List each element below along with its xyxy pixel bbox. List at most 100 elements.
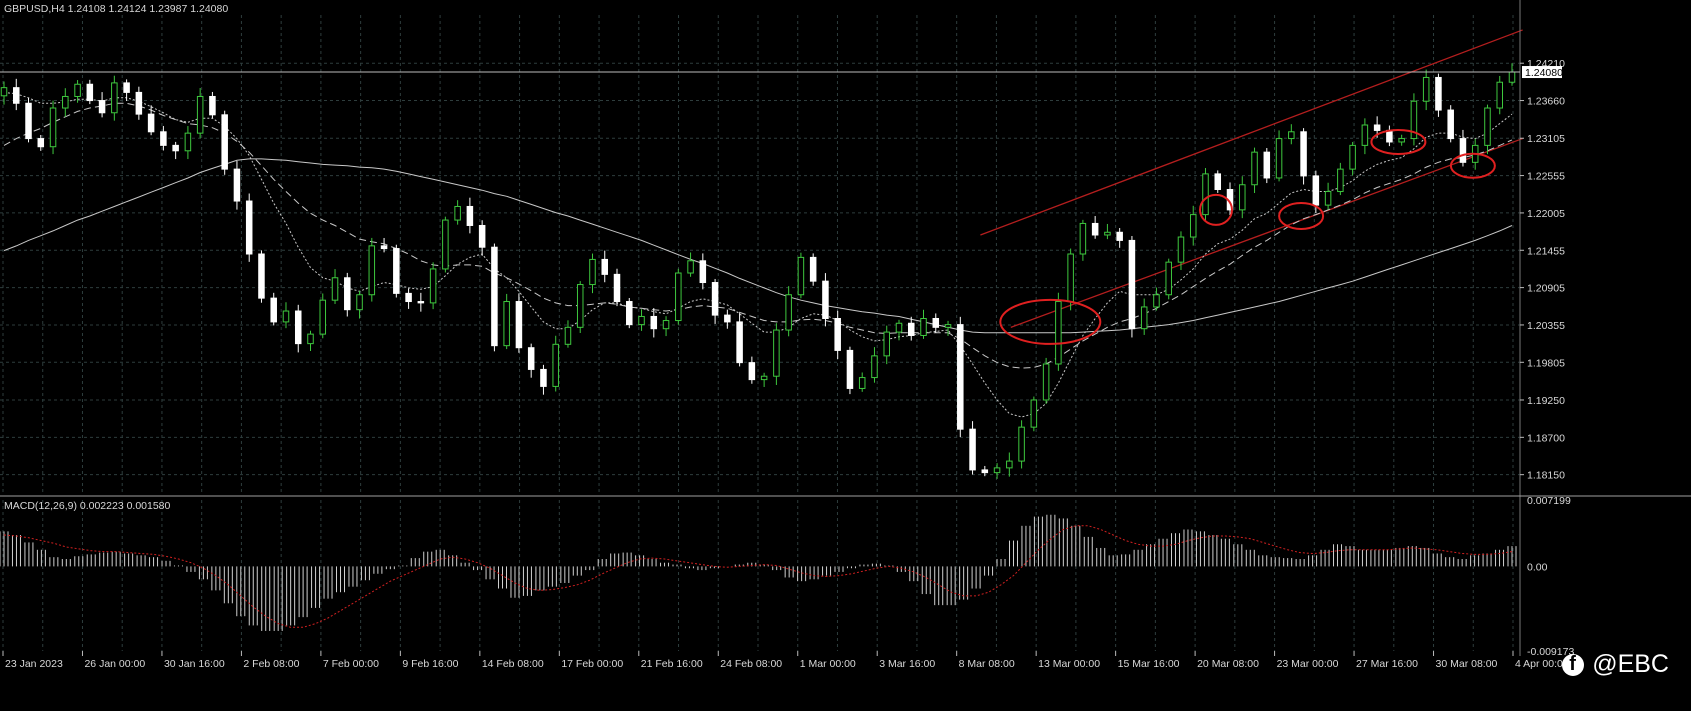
time-tick-label: 9 Feb 16:00 — [402, 658, 458, 670]
candle-body — [478, 224, 486, 248]
candle-body — [1373, 124, 1381, 131]
candle-body — [491, 246, 498, 347]
candle-body — [356, 294, 363, 311]
candle-body — [711, 282, 719, 316]
trading-chart[interactable]: 0.0071990.00-0.009173 1.242101.236601.23… — [0, 0, 1691, 711]
time-tick-label: 26 Jan 00:00 — [84, 658, 145, 670]
candle-body — [454, 205, 461, 221]
candle-body — [797, 256, 805, 296]
candle-body — [98, 100, 106, 114]
price-tick-label: 1.22005 — [1527, 208, 1565, 220]
candle-body — [650, 315, 658, 330]
time-tick-label: 27 Mar 16:00 — [1356, 658, 1418, 670]
candle-body — [1337, 168, 1344, 193]
time-tick-label: 14 Feb 08:00 — [482, 658, 544, 670]
candle-body — [1398, 138, 1405, 143]
candle-body — [503, 301, 510, 347]
candle-body — [245, 200, 253, 255]
macd-tick-label: 0.007199 — [1527, 495, 1571, 507]
candle-body — [687, 260, 694, 274]
candle-body — [785, 294, 792, 331]
candle-body — [417, 301, 425, 304]
candle-body — [442, 219, 449, 270]
candle-body — [13, 87, 20, 104]
candle-body — [1067, 253, 1074, 303]
candle-body — [307, 333, 314, 345]
price-tick-label: 1.19805 — [1527, 357, 1565, 369]
candle-body — [1300, 131, 1307, 177]
candle-body — [1104, 231, 1111, 236]
candle-body — [1484, 107, 1491, 146]
candle-body — [858, 377, 866, 389]
last-price-label: 1.24080 — [1525, 67, 1563, 79]
price-tick-label: 1.18150 — [1527, 470, 1565, 482]
candle-body — [429, 268, 437, 304]
candle-body — [883, 331, 890, 357]
candle-body — [822, 280, 829, 320]
candle-body — [907, 322, 915, 336]
macd-tick-label: 0.00 — [1527, 561, 1548, 573]
candle-body — [564, 326, 572, 345]
candle-body — [748, 362, 756, 381]
time-tick-label: 8 Mar 08:00 — [959, 658, 1015, 670]
candle-body — [932, 318, 940, 328]
time-tick-label: 4 Apr 00:00 — [1515, 658, 1569, 670]
time-tick-label: 30 Jan 16:00 — [164, 658, 225, 670]
candle-body — [86, 83, 94, 102]
candle-body — [1202, 173, 1209, 216]
time-tick-label: 17 Feb 00:00 — [561, 658, 623, 670]
candle-body — [1263, 151, 1271, 179]
candle-body — [1324, 191, 1332, 206]
watermark-text: @EBC — [1592, 650, 1669, 678]
candle-body — [1128, 239, 1136, 330]
candle-body — [184, 132, 192, 152]
candle-body — [675, 272, 682, 322]
candle-body — [699, 260, 707, 284]
candle-body — [1422, 76, 1430, 102]
candle-body — [1214, 173, 1222, 190]
candle-body — [1459, 138, 1467, 163]
candle-body — [380, 245, 388, 250]
candle-body — [1251, 151, 1258, 186]
candle-body — [466, 205, 474, 226]
time-tick-label: 21 Feb 16:00 — [641, 658, 703, 670]
time-tick-label: 20 Mar 08:00 — [1197, 658, 1259, 670]
candle-body — [638, 315, 645, 326]
candle-body — [1361, 124, 1369, 146]
candle-body — [25, 102, 32, 140]
candle-body — [613, 273, 621, 303]
time-tick-label: 7 Feb 00:00 — [323, 658, 379, 670]
candle-body — [209, 95, 216, 116]
time-tick-label: 13 Mar 00:00 — [1038, 658, 1100, 670]
watermark: f @EBC — [1562, 650, 1669, 679]
price-tick-label: 1.22555 — [1527, 171, 1565, 183]
candle-body — [1030, 399, 1038, 428]
candle-body — [760, 375, 768, 381]
price-tick-label: 1.20905 — [1527, 283, 1565, 295]
candle-body — [1435, 76, 1442, 111]
candle-body — [1018, 426, 1025, 462]
candle-body — [527, 347, 535, 370]
candle-body — [1312, 175, 1320, 206]
candle-body — [1091, 222, 1099, 236]
candle-body — [1042, 363, 1050, 401]
time-tick-label: 23 Mar 00:00 — [1277, 658, 1339, 670]
candle-body — [552, 343, 559, 387]
candle-body — [1386, 129, 1393, 143]
time-tick-label: 24 Feb 08:00 — [720, 658, 782, 670]
candle-body — [319, 299, 327, 335]
candle-body — [258, 253, 265, 299]
candle-body — [405, 292, 412, 303]
candle-body — [1508, 71, 1516, 83]
price-tick-label: 1.19250 — [1527, 395, 1565, 407]
candle-body — [1447, 109, 1454, 140]
candle-body — [49, 107, 57, 148]
price-tick-label: 1.18700 — [1527, 432, 1565, 444]
candle-body — [920, 318, 927, 336]
candle-body — [233, 168, 241, 202]
candle-body — [147, 113, 155, 133]
candle-body — [344, 277, 351, 311]
candle-body — [393, 248, 400, 294]
candle-body — [993, 467, 1001, 474]
candle-body — [1349, 144, 1356, 170]
